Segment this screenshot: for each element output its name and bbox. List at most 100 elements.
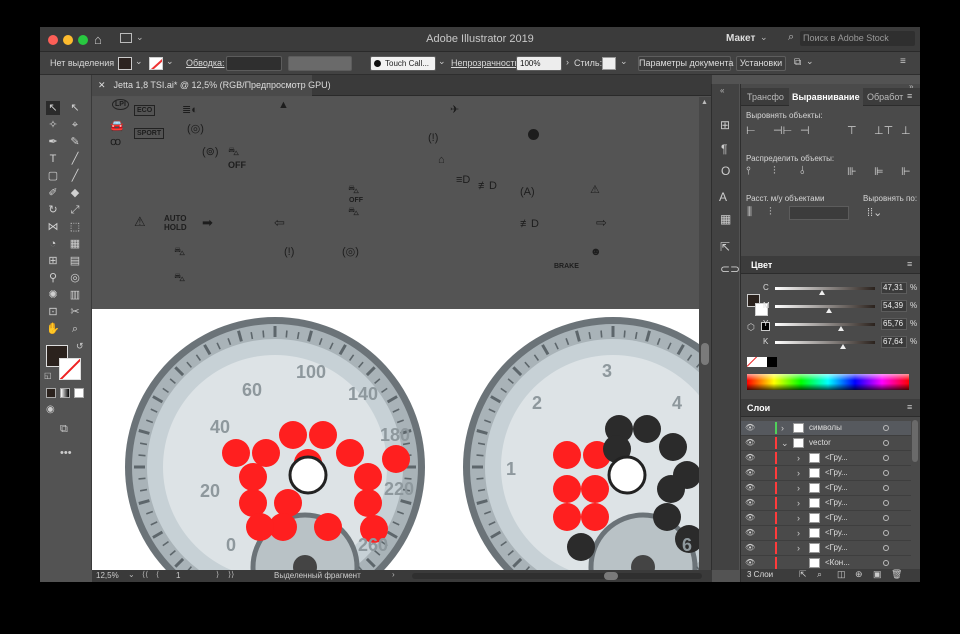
color-value-field[interactable]: 47,31	[881, 282, 907, 294]
variable-width-field[interactable]	[288, 56, 352, 71]
expand-arrow-icon[interactable]: ›	[797, 496, 800, 510]
layer-name[interactable]: <Гру...	[825, 526, 848, 540]
none-mode-icon[interactable]	[74, 388, 84, 398]
tab-align[interactable]: Выравнивание	[789, 88, 863, 106]
layer-row[interactable]: 👁 › <Гру...	[741, 451, 911, 466]
home-icon[interactable]: ⌂	[94, 32, 102, 47]
locate-object-icon[interactable]: ⌕	[817, 569, 822, 580]
visibility-eye-icon[interactable]: 👁	[745, 526, 755, 540]
layer-name[interactable]: <Гру...	[825, 481, 848, 495]
rectangle-tool-icon[interactable]: ▢	[46, 169, 60, 183]
style-swatch[interactable]	[602, 57, 616, 70]
character-styles-icon[interactable]: A	[719, 190, 727, 204]
color-mode-icon[interactable]	[46, 388, 56, 398]
opentype-icon[interactable]: O	[721, 164, 730, 178]
gradient-tool-icon[interactable]: ▤	[68, 254, 82, 268]
panel-menu-icon[interactable]: ≡	[907, 402, 912, 412]
rotate-tool-icon[interactable]: ↻	[46, 203, 60, 217]
layer-name[interactable]: <Кон...	[825, 556, 850, 570]
swap-fill-stroke-icon[interactable]: ↺	[76, 341, 84, 352]
panel-collapse-icon[interactable]: «	[720, 86, 724, 95]
chevron-down-icon[interactable]: ⌄	[806, 56, 814, 67]
color-slider-track[interactable]	[775, 323, 875, 326]
next-artboard-icon[interactable]: ⟩	[216, 570, 219, 579]
layer-name[interactable]: vector	[809, 436, 831, 450]
layer-name[interactable]: <Гру...	[825, 541, 848, 555]
lasso-tool-icon[interactable]: ⌖	[68, 118, 82, 132]
color-value-field[interactable]: 65,76	[881, 318, 907, 330]
workspace-label[interactable]: Макет	[726, 33, 755, 44]
selection-tool-icon[interactable]: ↖	[46, 101, 60, 115]
layer-row[interactable]: 👁 › <Гру...	[741, 526, 911, 541]
chevron-down-icon[interactable]: ⌄	[128, 570, 135, 579]
visibility-eye-icon[interactable]: 👁	[745, 421, 755, 435]
target-circle-icon[interactable]	[883, 440, 889, 446]
layer-name[interactable]: <Гру...	[825, 466, 848, 480]
shaper-tool-icon[interactable]: ✐	[46, 186, 60, 200]
visibility-eye-icon[interactable]: 👁	[745, 541, 755, 555]
layer-row[interactable]: 👁 › <Гру...	[741, 481, 911, 496]
align-button-3-icon[interactable]: ⊤	[847, 124, 861, 137]
layer-row[interactable]: 👁 › <Гру...	[741, 511, 911, 526]
stroke-color-swatch[interactable]	[59, 358, 81, 380]
white-swatch[interactable]	[757, 357, 767, 367]
black-swatch-2[interactable]	[767, 357, 777, 367]
target-circle-icon[interactable]	[883, 545, 889, 551]
curvature-tool-icon[interactable]: ✎	[68, 135, 82, 149]
pen-tool-icon[interactable]: ✒	[46, 135, 60, 149]
target-circle-icon[interactable]	[883, 500, 889, 506]
draw-mode-icon[interactable]: ◉	[46, 404, 55, 415]
eyedropper-tool-icon[interactable]: ⚲	[46, 271, 60, 285]
magic-wand-tool-icon[interactable]: ✧	[46, 118, 60, 132]
vertical-scrollbar[interactable]: ▲	[699, 97, 711, 570]
expand-arrow-icon[interactable]: ›	[797, 466, 800, 480]
new-sublayer-icon[interactable]: ⊕	[855, 569, 863, 580]
spacing-field[interactable]	[789, 206, 849, 220]
artboard[interactable]: 20 40 60 100 140 180 220 260 0 2 3 4 1 6	[92, 309, 699, 570]
stroke-swatch[interactable]	[149, 57, 163, 70]
target-circle-icon[interactable]	[883, 515, 889, 521]
color-slider-thumb[interactable]	[826, 308, 833, 313]
distribute-button-1-icon[interactable]: ⫶	[773, 165, 787, 177]
type-tool-icon[interactable]: T	[46, 152, 60, 166]
align-button-4-icon[interactable]: ⊥⊤	[874, 124, 893, 137]
slice-tool-icon[interactable]: ✂	[68, 305, 82, 319]
layer-row[interactable]: 👁 › <Гру...	[741, 496, 911, 511]
hand-tool-icon[interactable]: ✋	[46, 322, 60, 336]
tab-transform[interactable]: Трансфо	[747, 88, 784, 106]
stroke-weight-field[interactable]	[226, 56, 282, 71]
target-circle-icon[interactable]	[883, 455, 889, 461]
expand-arrow-icon[interactable]: ›	[797, 526, 800, 540]
layers-scrollbar[interactable]	[912, 420, 918, 462]
layer-name[interactable]: <Гру...	[825, 496, 848, 510]
target-circle-icon[interactable]	[883, 470, 889, 476]
target-circle-icon[interactable]	[883, 425, 889, 431]
export-icon[interactable]: ⇱	[720, 240, 730, 254]
color-panel-title[interactable]: Цвет	[751, 256, 772, 274]
layers-toggle-icon[interactable]: ⊞	[720, 118, 730, 132]
align-button-1-icon[interactable]: ⊣⊢	[773, 124, 792, 137]
visibility-eye-icon[interactable]: 👁	[745, 451, 755, 465]
scroll-up-icon[interactable]: ▲	[701, 99, 708, 106]
eraser-tool-icon[interactable]: ◆	[68, 186, 82, 200]
perspective-grid-tool-icon[interactable]: ▦	[68, 237, 82, 251]
collapse-arrow-icon[interactable]: ⌄	[781, 436, 789, 450]
none-swatch-icon[interactable]	[747, 357, 757, 367]
color-slider-thumb[interactable]	[837, 326, 844, 331]
layer-row[interactable]: 👁 ⌄ vector	[741, 436, 911, 451]
expand-arrow-icon[interactable]: ›	[797, 481, 800, 495]
color-slider-track[interactable]	[775, 305, 875, 308]
mesh-tool-icon[interactable]: ⊞	[46, 254, 60, 268]
chevron-down-icon[interactable]: ⌄	[135, 56, 143, 67]
panel-menu-icon[interactable]: ≡	[907, 259, 912, 269]
distribute-button-2-icon[interactable]: ⫰	[800, 165, 814, 177]
opacity-label[interactable]: Непрозрачность:	[451, 58, 522, 68]
zoom-level[interactable]: 12,5%	[96, 571, 119, 580]
document-setup-button[interactable]: Параметры документа	[638, 56, 733, 71]
document-tab[interactable]: ✕ Jetta 1,8 TSI.ai* @ 12,5% (RGB/Предпрос…	[92, 75, 331, 96]
close-window-button[interactable]	[48, 35, 58, 45]
align-to-dropdown-icon[interactable]: ⁞⁞⌄	[867, 206, 882, 219]
chevron-down-icon[interactable]: ⌄	[166, 56, 174, 67]
panel-menu-icon[interactable]: ≡	[907, 91, 912, 101]
arrange-icon[interactable]: ⧉	[794, 57, 801, 68]
